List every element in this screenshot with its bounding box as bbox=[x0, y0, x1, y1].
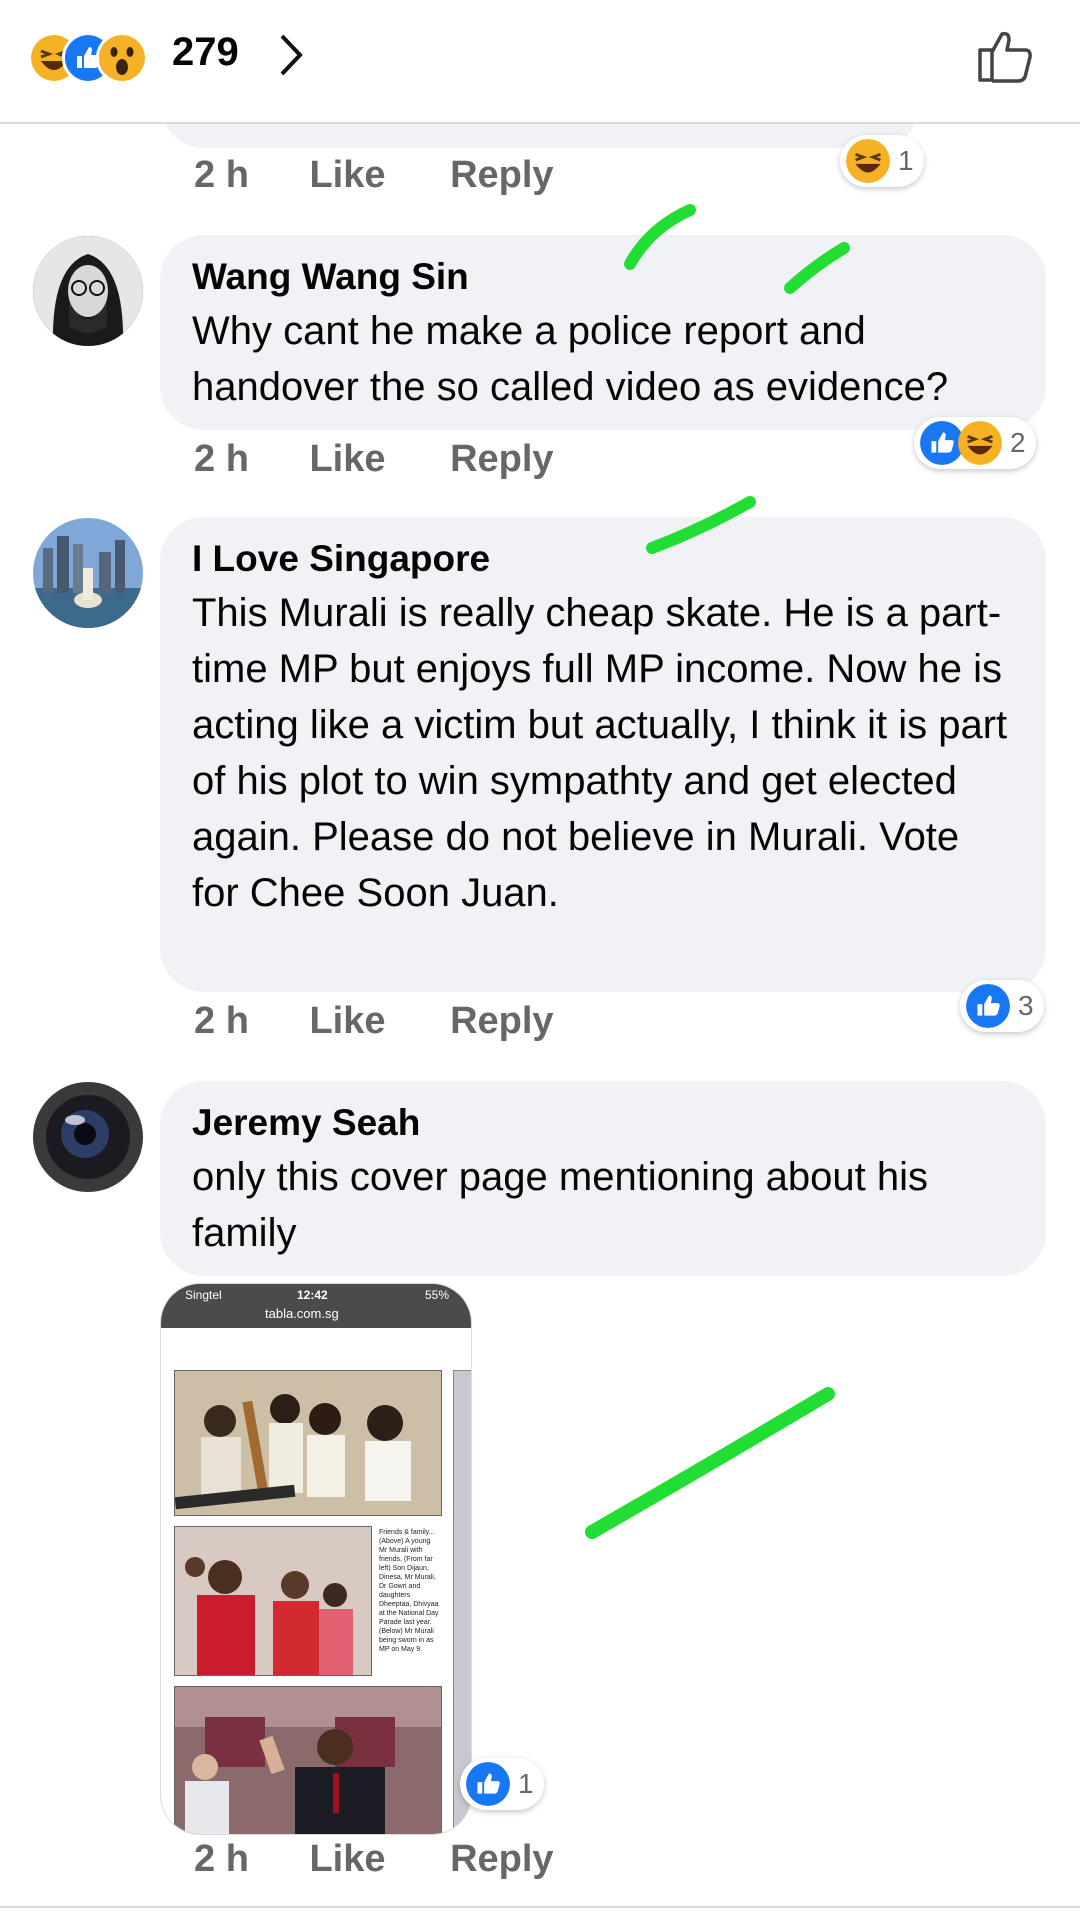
comment-reactions[interactable]: 2 bbox=[914, 417, 1036, 469]
comment-author[interactable]: Jeremy Seah bbox=[192, 1101, 1012, 1145]
comment-reactions[interactable]: 1 bbox=[460, 1758, 544, 1810]
like-button[interactable]: Like bbox=[309, 154, 385, 197]
comment-text: only this cover page mentioning about hi… bbox=[192, 1155, 929, 1255]
battery-level: 55% bbox=[424, 1288, 449, 1302]
comment-time: 2 h bbox=[194, 1838, 249, 1880]
comment-time: 2 h bbox=[194, 154, 249, 196]
reaction-count[interactable]: 279 bbox=[172, 30, 239, 75]
green-check-stroke bbox=[624, 204, 696, 270]
haha-icon bbox=[958, 421, 1002, 465]
avatar[interactable] bbox=[33, 236, 143, 346]
green-check-stroke bbox=[585, 1387, 835, 1539]
like-outline-icon[interactable] bbox=[976, 26, 1036, 84]
green-check-stroke bbox=[646, 496, 756, 554]
photo-image bbox=[175, 1371, 441, 1515]
reaction-count: 1 bbox=[898, 145, 914, 176]
comment-bubble[interactable]: I Love Singapore This Murali is really c… bbox=[160, 517, 1046, 992]
like-button[interactable]: Like bbox=[309, 1000, 385, 1043]
avatar[interactable] bbox=[33, 518, 143, 628]
carrier-label: Singtel bbox=[185, 1288, 222, 1302]
comment-reactions[interactable]: 3 bbox=[960, 980, 1044, 1032]
reactions-header: 279 bbox=[0, 0, 1080, 124]
avatar[interactable] bbox=[33, 1082, 143, 1192]
comment-text: Why cant he make a police report and han… bbox=[192, 309, 949, 409]
comment-image-attachment[interactable]: Singtel 12:42 55% tabla.com.sg Friends &… bbox=[160, 1283, 472, 1835]
photo-image bbox=[175, 1687, 441, 1834]
like-button[interactable]: Like bbox=[309, 1838, 385, 1881]
avatar-image bbox=[33, 1082, 143, 1192]
photo-caption: Friends & family... (Above) A young Mr M… bbox=[379, 1529, 439, 1653]
divider bbox=[0, 1906, 1080, 1908]
avatar-image bbox=[33, 236, 143, 346]
comment-author[interactable]: Wang Wang Sin bbox=[192, 255, 1012, 299]
haha-icon bbox=[846, 139, 890, 183]
like-icon bbox=[966, 984, 1010, 1028]
comment-reactions[interactable]: 1 bbox=[840, 135, 924, 187]
green-check-stroke bbox=[784, 242, 850, 294]
phone-status-bar: Singtel 12:42 55% tabla.com.sg bbox=[161, 1284, 471, 1328]
reaction-count: 2 bbox=[1010, 427, 1026, 458]
reply-button[interactable]: Reply bbox=[450, 154, 553, 197]
comment-bubble[interactable]: Wang Wang Sin Why cant he make a police … bbox=[160, 235, 1046, 430]
reply-button[interactable]: Reply bbox=[450, 1000, 553, 1043]
chevron-right-icon[interactable] bbox=[276, 32, 306, 78]
comment-actions: 2 h Like Reply bbox=[194, 154, 554, 197]
article-photo-family bbox=[174, 1526, 372, 1676]
comment-actions: 2 h Like Reply bbox=[194, 438, 554, 481]
comment-author[interactable]: I Love Singapore bbox=[192, 537, 1012, 581]
comment-actions: 2 h Like Reply bbox=[194, 1838, 554, 1881]
comment-actions: 2 h Like Reply bbox=[194, 1000, 554, 1043]
reply-button[interactable]: Reply bbox=[450, 1838, 553, 1881]
like-button[interactable]: Like bbox=[309, 438, 385, 481]
reply-button[interactable]: Reply bbox=[450, 438, 553, 481]
comment-time: 2 h bbox=[194, 438, 249, 480]
article-photo-friends bbox=[174, 1370, 442, 1516]
page-url: tabla.com.sg bbox=[265, 1306, 339, 1321]
comment-bubble[interactable]: Jeremy Seah only this cover page mention… bbox=[160, 1081, 1046, 1276]
photo-image bbox=[175, 1527, 371, 1675]
phone-time: 12:42 bbox=[297, 1288, 328, 1302]
wow-icon bbox=[96, 32, 148, 84]
like-icon bbox=[466, 1762, 510, 1806]
comment-text: This Murali is really cheap skate. He is… bbox=[192, 591, 1008, 915]
comment-time: 2 h bbox=[194, 1000, 249, 1042]
avatar-image bbox=[33, 518, 143, 628]
reaction-count: 3 bbox=[1018, 990, 1034, 1021]
article-photo-parliament bbox=[174, 1686, 442, 1834]
reaction-count: 1 bbox=[518, 1768, 534, 1799]
